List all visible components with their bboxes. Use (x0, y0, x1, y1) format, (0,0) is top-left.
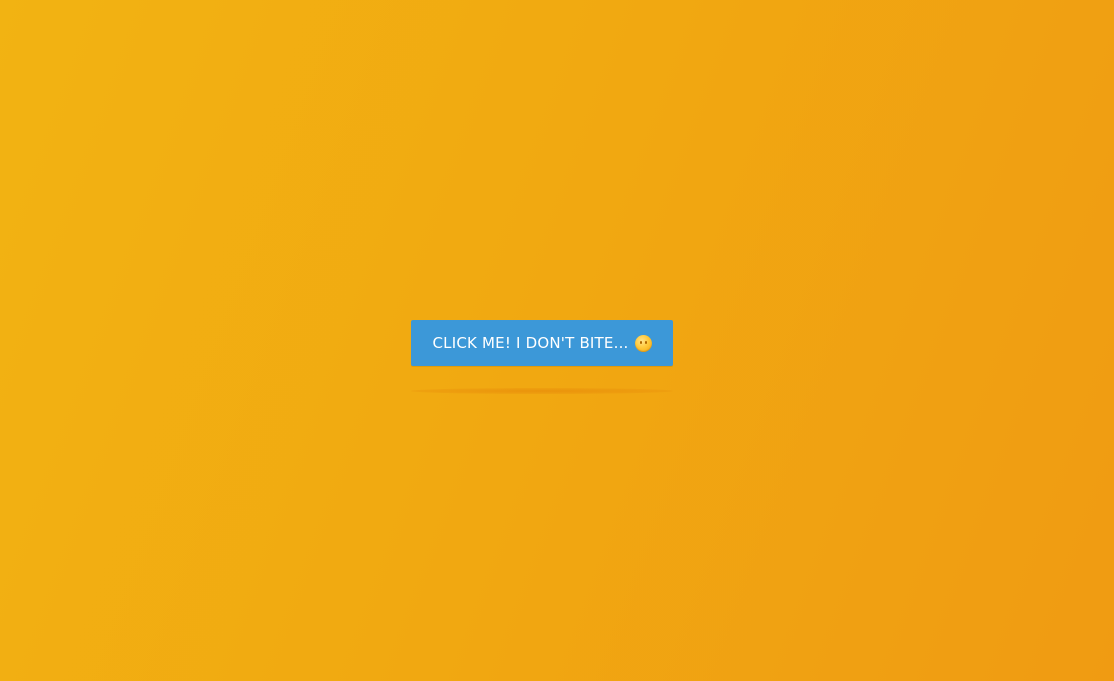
click-me-button[interactable]: CLICK ME! I DON'T BITE... (411, 320, 673, 366)
button-shadow (411, 388, 673, 394)
smiley-emoji-icon (634, 334, 652, 352)
click-me-button-label: CLICK ME! I DON'T BITE... (432, 333, 629, 352)
button-stage: CLICK ME! I DON'T BITE... (411, 320, 673, 400)
